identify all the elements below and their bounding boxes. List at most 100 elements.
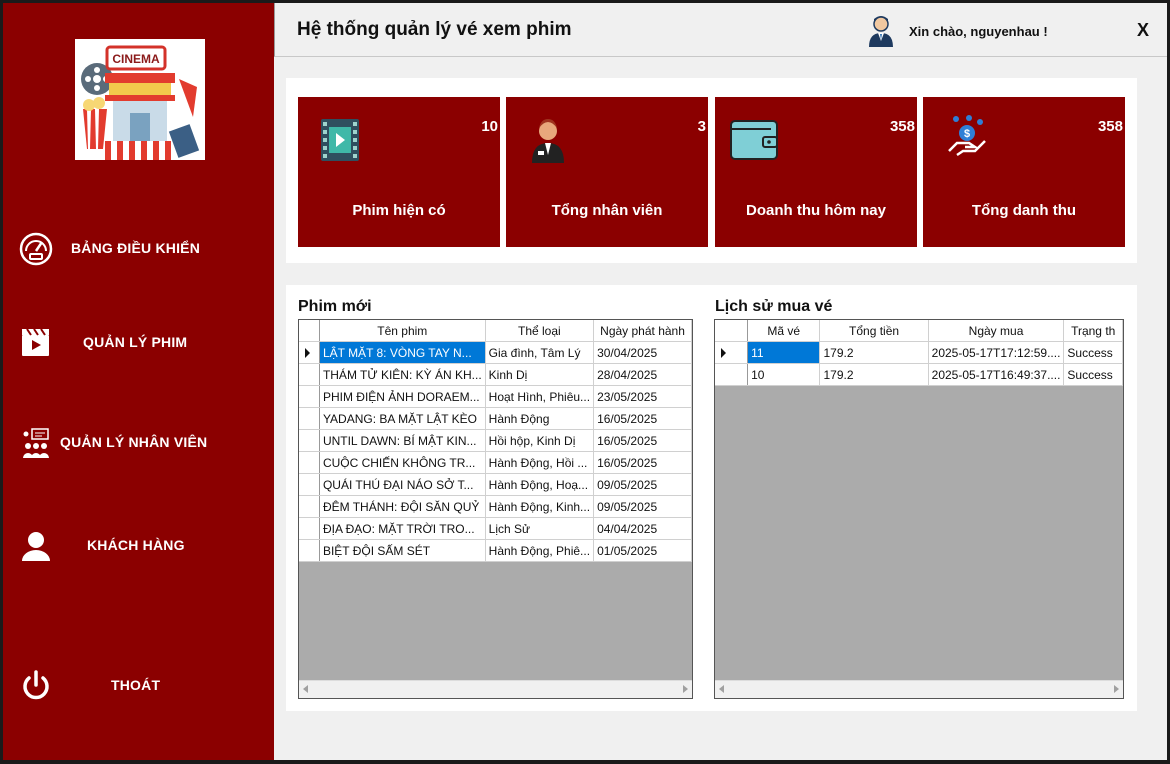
table-cell[interactable]: Hoạt Hình, Phiêu... bbox=[485, 385, 595, 408]
ticket-row[interactable]: 11 179.2 2025-05-17T17:12:59.... Success bbox=[715, 341, 1123, 364]
scroll-right-icon[interactable] bbox=[683, 685, 688, 693]
scroll-left-icon[interactable] bbox=[303, 685, 308, 693]
column-header[interactable]: Tên phim bbox=[319, 320, 486, 342]
table-cell[interactable]: Hành Động, Phiê... bbox=[485, 539, 595, 562]
table-cell[interactable]: 179.2 bbox=[819, 363, 929, 386]
lists-panel: Phim mới Tên phim Thể loại Ngày phát hàn… bbox=[286, 285, 1137, 711]
user-icon bbox=[19, 529, 53, 563]
tickets-table: Mã vé Tổng tiền Ngày mua Trạng th 11 179.… bbox=[715, 320, 1123, 386]
row-header[interactable] bbox=[299, 385, 320, 408]
table-cell[interactable]: Success bbox=[1063, 341, 1123, 364]
table-cell[interactable]: 09/05/2025 bbox=[593, 495, 692, 518]
table-cell[interactable]: 11 bbox=[747, 341, 821, 364]
stat-value: 10 bbox=[481, 118, 498, 135]
table-cell[interactable]: Gia đình, Tâm Lý bbox=[485, 341, 595, 364]
table-cell[interactable]: 2025-05-17T16:49:37.... bbox=[928, 363, 1065, 386]
horizontal-scrollbar[interactable] bbox=[715, 680, 1123, 698]
nav-movies[interactable]: QUẢN LÝ PHIM bbox=[3, 314, 274, 370]
column-header[interactable]: Ngày phát hành bbox=[593, 320, 692, 342]
movie-row[interactable]: ĐỊA ĐẠO: MẶT TRỜI TRO... Lịch Sử 04/04/202… bbox=[299, 517, 692, 540]
table-cell[interactable]: Hành Động, Kinh... bbox=[485, 495, 595, 518]
nav-staff[interactable]: QUẢN LÝ NHÂN VIÊN bbox=[3, 414, 274, 470]
scroll-right-icon[interactable] bbox=[1114, 685, 1119, 693]
table-cell[interactable]: Hành Động bbox=[485, 407, 595, 430]
money-hand-icon: $ bbox=[947, 113, 991, 159]
table-cell[interactable]: Hành Động, Hồi ... bbox=[485, 451, 595, 474]
movie-row[interactable]: LẬT MẶT 8: VÒNG TAY N... Gia đình, Tâm Lý… bbox=[299, 341, 692, 364]
tickets-header-row: Mã vé Tổng tiền Ngày mua Trạng th bbox=[715, 320, 1123, 342]
row-header[interactable] bbox=[299, 495, 320, 518]
stat-card-total-revenue: $ 358 Tổng danh thu bbox=[923, 97, 1125, 247]
scroll-left-icon[interactable] bbox=[719, 685, 724, 693]
video-play-icon bbox=[318, 117, 362, 163]
table-cell[interactable]: Success bbox=[1063, 363, 1123, 386]
table-cell[interactable]: 09/05/2025 bbox=[593, 473, 692, 496]
movie-row[interactable]: PHIM ĐIỆN ẢNH DORAEM... Hoạt Hình, Phiêu.… bbox=[299, 385, 692, 408]
table-cell[interactable]: BIỆT ĐỘI SẤM SÉT bbox=[319, 539, 486, 562]
row-header[interactable] bbox=[299, 517, 320, 540]
ticket-row[interactable]: 10 179.2 2025-05-17T16:49:37.... Success bbox=[715, 363, 1123, 386]
movie-row[interactable]: ĐÊM THÁNH: ĐỘI SĂN QUỶ Hành Động, Kinh...… bbox=[299, 495, 692, 518]
table-cell[interactable]: QUÁI THÚ ĐẠI NÁO SỞ T... bbox=[319, 473, 486, 496]
table-cell[interactable]: 179.2 bbox=[819, 341, 929, 364]
row-header[interactable] bbox=[299, 473, 320, 496]
movie-row[interactable]: CUỘC CHIẾN KHÔNG TR... Hành Động, Hồi ...… bbox=[299, 451, 692, 474]
svg-text:CINEMA: CINEMA bbox=[112, 52, 160, 66]
table-cell[interactable]: PHIM ĐIỆN ẢNH DORAEM... bbox=[319, 385, 486, 408]
film-clapper-icon bbox=[19, 326, 53, 360]
table-cell[interactable]: YADANG: BA MẶT LẬT KÈO bbox=[319, 407, 486, 430]
wallet-icon bbox=[729, 117, 779, 163]
tickets-grid[interactable]: Mã vé Tổng tiền Ngày mua Trạng th 11 179.… bbox=[714, 319, 1124, 699]
nav-dashboard[interactable]: BẢNG ĐIỀU KHIỂN bbox=[3, 220, 274, 276]
table-cell[interactable]: LẬT MẶT 8: VÒNG TAY N... bbox=[319, 341, 486, 364]
column-header[interactable]: Ngày mua bbox=[928, 320, 1065, 342]
table-cell[interactable]: Lịch Sử bbox=[485, 517, 595, 540]
table-cell[interactable]: ĐỊA ĐẠO: MẶT TRỜI TRO... bbox=[319, 517, 486, 540]
close-button[interactable]: X bbox=[1137, 20, 1149, 41]
column-header[interactable]: Trạng th bbox=[1063, 320, 1123, 342]
svg-text:$: $ bbox=[964, 128, 970, 140]
table-cell[interactable]: 2025-05-17T17:12:59.... bbox=[928, 341, 1065, 364]
table-cell[interactable]: 30/04/2025 bbox=[593, 341, 692, 364]
table-cell[interactable]: CUỘC CHIẾN KHÔNG TR... bbox=[319, 451, 486, 474]
horizontal-scrollbar[interactable] bbox=[299, 680, 692, 698]
movie-row[interactable]: UNTIL DAWN: BÍ MẬT KIN... Hồi hộp, Kinh D… bbox=[299, 429, 692, 452]
table-cell[interactable]: UNTIL DAWN: BÍ MẬT KIN... bbox=[319, 429, 486, 452]
row-header[interactable] bbox=[299, 341, 320, 364]
row-header[interactable] bbox=[715, 341, 749, 364]
movie-row[interactable]: QUÁI THÚ ĐẠI NÁO SỞ T... Hành Động, Hoạ..… bbox=[299, 473, 692, 496]
movie-row[interactable]: THÁM TỬ KIÊN: KỲ ÁN KH... Kinh Dị 28/04/20… bbox=[299, 363, 692, 386]
table-cell[interactable]: THÁM TỬ KIÊN: KỲ ÁN KH... bbox=[319, 363, 486, 386]
nav-staff-label: QUẢN LÝ NHÂN VIÊN bbox=[60, 434, 208, 450]
column-header[interactable]: Thể loại bbox=[485, 320, 595, 342]
table-cell[interactable]: Kinh Dị bbox=[485, 363, 595, 386]
table-cell[interactable]: ĐÊM THÁNH: ĐỘI SĂN QUỶ bbox=[319, 495, 486, 518]
movies-section-title: Phim mới bbox=[298, 298, 372, 315]
row-header[interactable] bbox=[299, 407, 320, 430]
table-cell[interactable]: 10 bbox=[747, 363, 821, 386]
table-cell[interactable]: 28/04/2025 bbox=[593, 363, 692, 386]
row-header[interactable] bbox=[299, 539, 320, 562]
row-header[interactable] bbox=[299, 363, 320, 386]
table-cell[interactable]: 01/05/2025 bbox=[593, 539, 692, 562]
cinema-logo: CINEMA bbox=[75, 39, 205, 160]
column-header[interactable]: Mã vé bbox=[747, 320, 821, 342]
table-cell[interactable]: Hành Động, Hoạ... bbox=[485, 473, 595, 496]
row-header[interactable] bbox=[299, 429, 320, 452]
table-cell[interactable]: 16/05/2025 bbox=[593, 429, 692, 452]
nav-customers[interactable]: KHÁCH HÀNG bbox=[3, 517, 274, 573]
table-cell[interactable]: 16/05/2025 bbox=[593, 451, 692, 474]
row-header[interactable] bbox=[299, 451, 320, 474]
movie-row[interactable]: BIỆT ĐỘI SẤM SÉT Hành Động, Phiê... 01/05/… bbox=[299, 539, 692, 562]
movies-grid[interactable]: Tên phim Thể loại Ngày phát hành LẬT MẶT… bbox=[298, 319, 693, 699]
table-cell[interactable]: Hồi hộp, Kinh Dị bbox=[485, 429, 595, 452]
table-cell[interactable]: 04/04/2025 bbox=[593, 517, 692, 540]
nav-logout[interactable]: THOÁT bbox=[3, 657, 274, 713]
table-cell[interactable]: 23/05/2025 bbox=[593, 385, 692, 408]
power-icon bbox=[19, 669, 53, 703]
current-row-arrow-icon bbox=[721, 348, 726, 358]
table-cell[interactable]: 16/05/2025 bbox=[593, 407, 692, 430]
row-header[interactable] bbox=[715, 363, 749, 386]
movie-row[interactable]: YADANG: BA MẶT LẬT KÈO Hành Động 16/05/202… bbox=[299, 407, 692, 430]
column-header[interactable]: Tổng tiền bbox=[819, 320, 929, 342]
